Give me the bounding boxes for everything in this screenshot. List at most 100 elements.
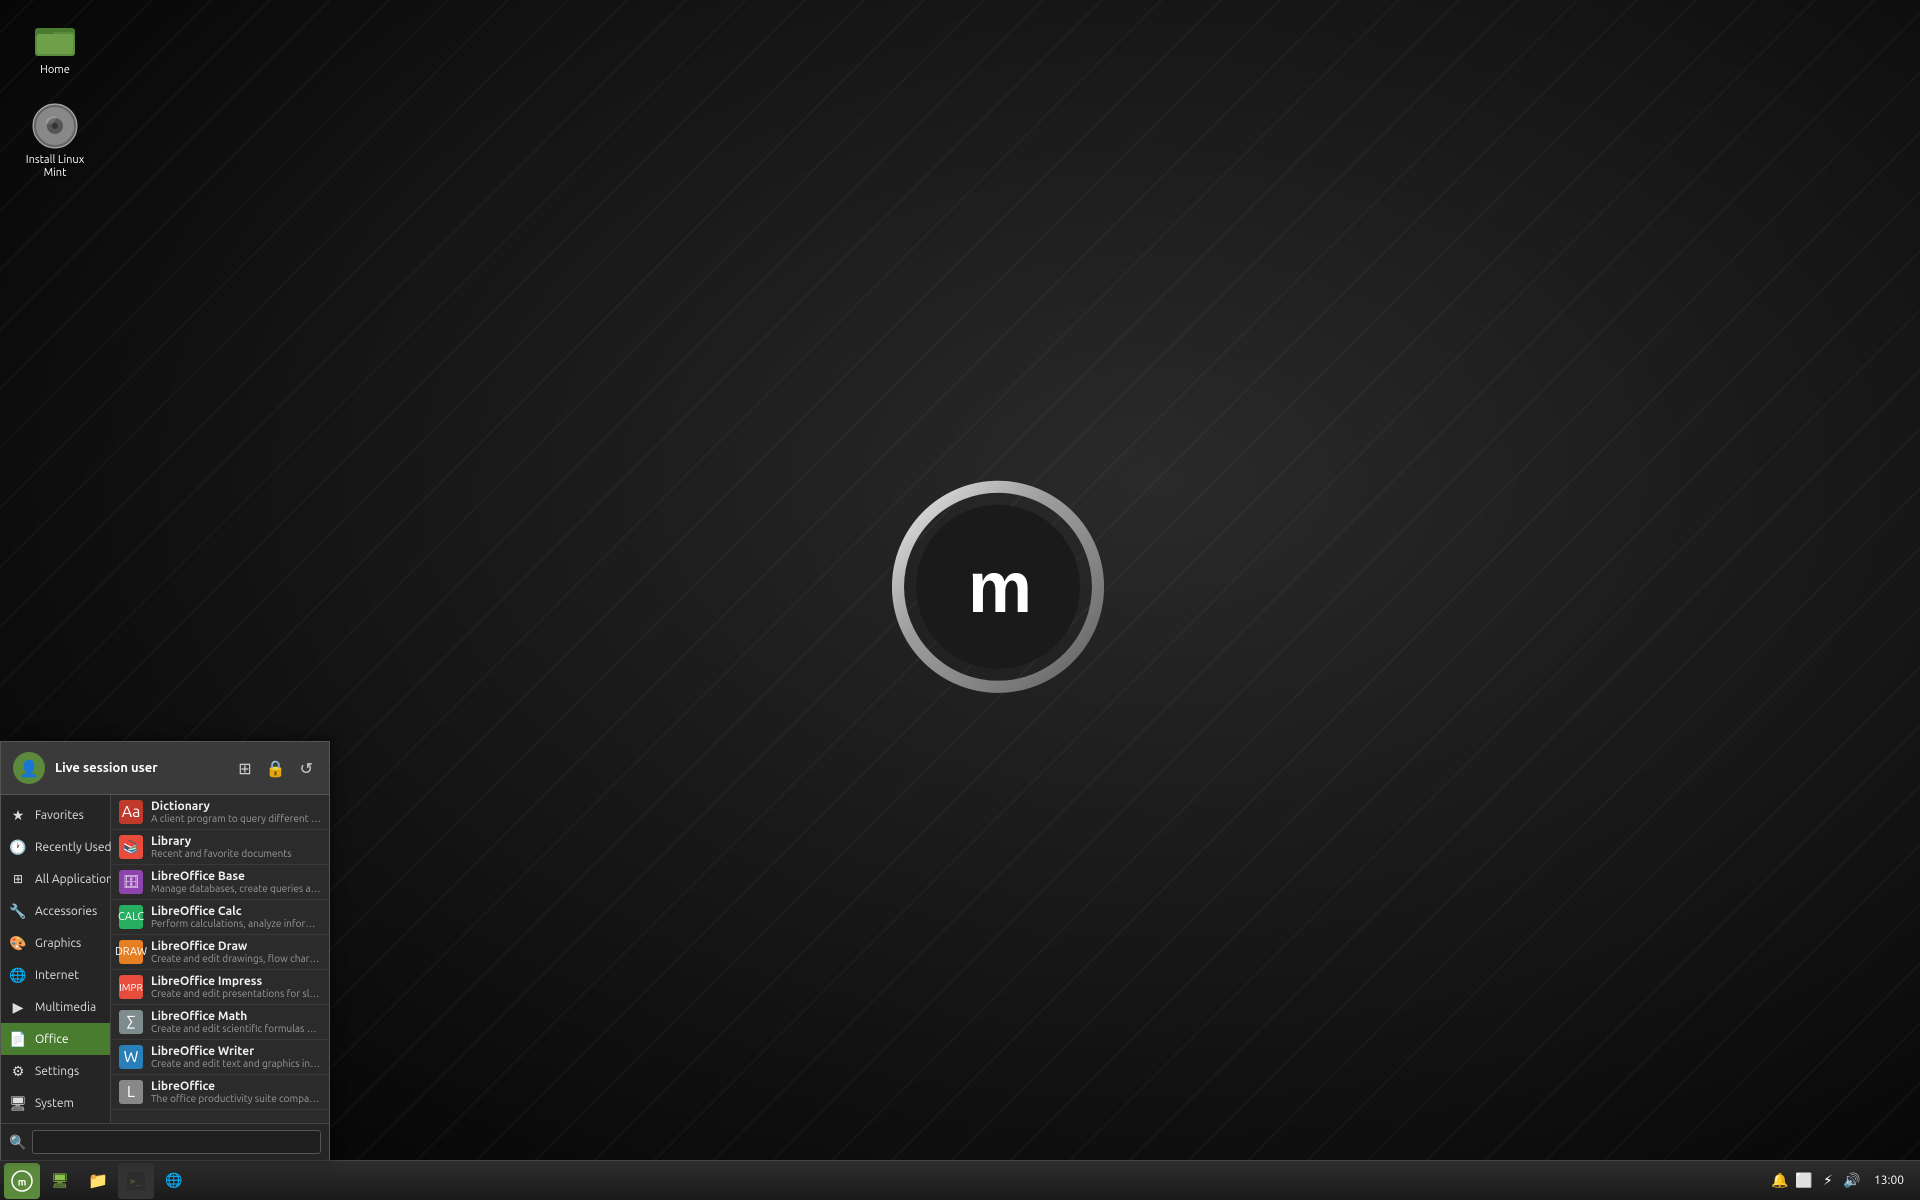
dictionary-desc: A client program to query different dic.… (151, 813, 321, 824)
search-input[interactable] (32, 1130, 321, 1154)
libreoffice-draw-icon: DRAW (119, 940, 143, 964)
libreoffice-base-desc: Manage databases, create queries and ... (151, 883, 321, 894)
notification-icon[interactable]: 🔔 (1770, 1171, 1790, 1191)
settings-icon: ⚙ (9, 1062, 27, 1080)
accessories-icon: 🔧 (9, 902, 27, 920)
libreoffice-calc-icon: CALC (119, 905, 143, 929)
lock-icon[interactable]: 🔒 (262, 757, 290, 780)
sidebar-item-graphics[interactable]: 🎨 Graphics (1, 927, 110, 959)
desktop-icon-install[interactable]: Install LinuxMint (15, 98, 95, 184)
favorites-label: Favorites (35, 809, 84, 822)
sidebar-item-accessories[interactable]: 🔧 Accessories (1, 895, 110, 927)
internet-icon: 🌐 (9, 966, 27, 984)
libreoffice-base-icon: 🗄 (119, 870, 143, 894)
search-icon: 🔍 (9, 1134, 26, 1151)
home-folder-icon (31, 12, 79, 60)
app-item-dictionary[interactable]: Aa Dictionary A client program to query … (111, 795, 329, 830)
internet-label: Internet (35, 969, 79, 982)
home-icon-label: Home (40, 64, 70, 77)
libreoffice-math-desc: Create and edit scientific formulas and … (151, 1023, 321, 1034)
taskbar-files[interactable]: 📁 (80, 1163, 116, 1199)
start-menu: 👤 Live session user ⊞ 🔒 ↺ ★ Favorites 🕐 … (0, 741, 330, 1160)
all-apps-icon: ⊞ (9, 870, 27, 888)
multimedia-label: Multimedia (35, 1001, 96, 1014)
files-icon[interactable]: ⊞ (234, 757, 255, 780)
sidebar-item-internet[interactable]: 🌐 Internet (1, 959, 110, 991)
library-desc: Recent and favorite documents (151, 848, 321, 859)
taskbar-show-desktop[interactable]: 🖥 (42, 1163, 78, 1199)
taskbar-right: 🔔 ⬜ ⚡ 🔊 13:00 (1770, 1171, 1920, 1191)
libreoffice-calc-desc: Perform calculations, analyze informat..… (151, 918, 321, 929)
libreoffice-desc: The office productivity suite compatibil… (151, 1093, 321, 1104)
battery-icon[interactable]: ⚡ (1818, 1171, 1838, 1191)
libreoffice-impress-desc: Create and edit presentations for slide.… (151, 988, 321, 999)
app-item-libreoffice-calc[interactable]: CALC LibreOffice Calc Perform calculatio… (111, 900, 329, 935)
svg-text:>_: >_ (130, 1177, 140, 1186)
sidebar-item-system[interactable]: 🖥 System (1, 1087, 110, 1119)
accessories-label: Accessories (35, 905, 97, 918)
app-item-libreoffice-draw[interactable]: DRAW LibreOffice Draw Create and edit dr… (111, 935, 329, 970)
logout-icon[interactable]: ↺ (296, 757, 317, 780)
menu-header-icons: ⊞ 🔒 ↺ (234, 757, 317, 780)
volume-icon[interactable]: 🔊 (1842, 1171, 1862, 1191)
system-label: System (35, 1097, 74, 1110)
dictionary-name: Dictionary (151, 800, 321, 813)
libreoffice-impress-icon: IMPR (119, 975, 143, 999)
taskbar-left: m 🖥 📁 >_ 🌐 (0, 1163, 192, 1199)
libreoffice-draw-name: LibreOffice Draw (151, 940, 321, 953)
desktop-icon-home[interactable]: Home (15, 8, 95, 81)
app-item-libreoffice-impress[interactable]: IMPR LibreOffice Impress Create and edit… (111, 970, 329, 1005)
app-item-libreoffice-writer[interactable]: W LibreOffice Writer Create and edit tex… (111, 1040, 329, 1075)
recently-used-icon: 🕐 (9, 838, 27, 856)
install-icon-label: Install LinuxMint (26, 154, 85, 180)
libreoffice-math-name: LibreOffice Math (151, 1010, 321, 1023)
menu-body: ★ Favorites 🕐 Recently Used ⊞ All Applic… (1, 795, 329, 1123)
all-apps-label: All Applications (35, 873, 118, 886)
graphics-label: Graphics (35, 937, 81, 950)
app-item-libreoffice-base[interactable]: 🗄 LibreOffice Base Manage databases, cre… (111, 865, 329, 900)
user-name: Live session user (55, 761, 224, 775)
display-icon[interactable]: ⬜ (1794, 1171, 1814, 1191)
taskbar-clock[interactable]: 13:00 (1866, 1174, 1912, 1187)
svg-text:m: m (968, 548, 1028, 628)
library-name: Library (151, 835, 321, 848)
libreoffice-draw-desc: Create and edit drawings, flow charts a.… (151, 953, 321, 964)
menu-header: 👤 Live session user ⊞ 🔒 ↺ (1, 742, 329, 795)
recently-used-label: Recently Used (35, 841, 112, 854)
library-icon: 📚 (119, 835, 143, 859)
sidebar-item-recently-used[interactable]: 🕐 Recently Used (1, 831, 110, 863)
app-item-libreoffice-math[interactable]: ∑ LibreOffice Math Create and edit scien… (111, 1005, 329, 1040)
libreoffice-math-icon: ∑ (119, 1010, 143, 1034)
system-icon: 🖥 (9, 1094, 27, 1112)
sidebar-item-settings[interactable]: ⚙ Settings (1, 1055, 110, 1087)
multimedia-icon: ▶ (9, 998, 27, 1016)
libreoffice-base-name: LibreOffice Base (151, 870, 321, 883)
graphics-icon: 🎨 (9, 934, 27, 952)
libreoffice-writer-icon: W (119, 1045, 143, 1069)
libreoffice-writer-name: LibreOffice Writer (151, 1045, 321, 1058)
sidebar-item-office[interactable]: 📄 Office (1, 1023, 110, 1055)
settings-label: Settings (35, 1065, 79, 1078)
menu-sidebar: ★ Favorites 🕐 Recently Used ⊞ All Applic… (1, 795, 111, 1123)
menu-search-bar: 🔍 (1, 1123, 329, 1160)
app-item-libreoffice[interactable]: L LibreOffice The office productivity su… (111, 1075, 329, 1110)
dictionary-icon: Aa (119, 800, 143, 824)
app-list: Aa Dictionary A client program to query … (111, 795, 329, 1115)
user-avatar: 👤 (13, 752, 45, 784)
libreoffice-icon: L (119, 1080, 143, 1104)
taskbar-browser[interactable]: 🌐 (156, 1163, 192, 1199)
office-icon: 📄 (9, 1030, 27, 1048)
libreoffice-impress-name: LibreOffice Impress (151, 975, 321, 988)
sidebar-item-multimedia[interactable]: ▶ Multimedia (1, 991, 110, 1023)
mint-logo: m (888, 477, 1108, 701)
libreoffice-name: LibreOffice (151, 1080, 321, 1093)
taskbar: m 🖥 📁 >_ 🌐 🔔 ⬜ ⚡ 🔊 13:00 (0, 1160, 1920, 1200)
install-disc-icon (31, 102, 79, 150)
sidebar-item-all-applications[interactable]: ⊞ All Applications (1, 863, 110, 895)
office-label: Office (35, 1033, 69, 1046)
taskbar-terminal[interactable]: >_ (118, 1163, 154, 1199)
sidebar-item-favorites[interactable]: ★ Favorites (1, 799, 110, 831)
libreoffice-calc-name: LibreOffice Calc (151, 905, 321, 918)
mint-menu-button[interactable]: m (4, 1163, 40, 1199)
app-item-library[interactable]: 📚 Library Recent and favorite documents (111, 830, 329, 865)
